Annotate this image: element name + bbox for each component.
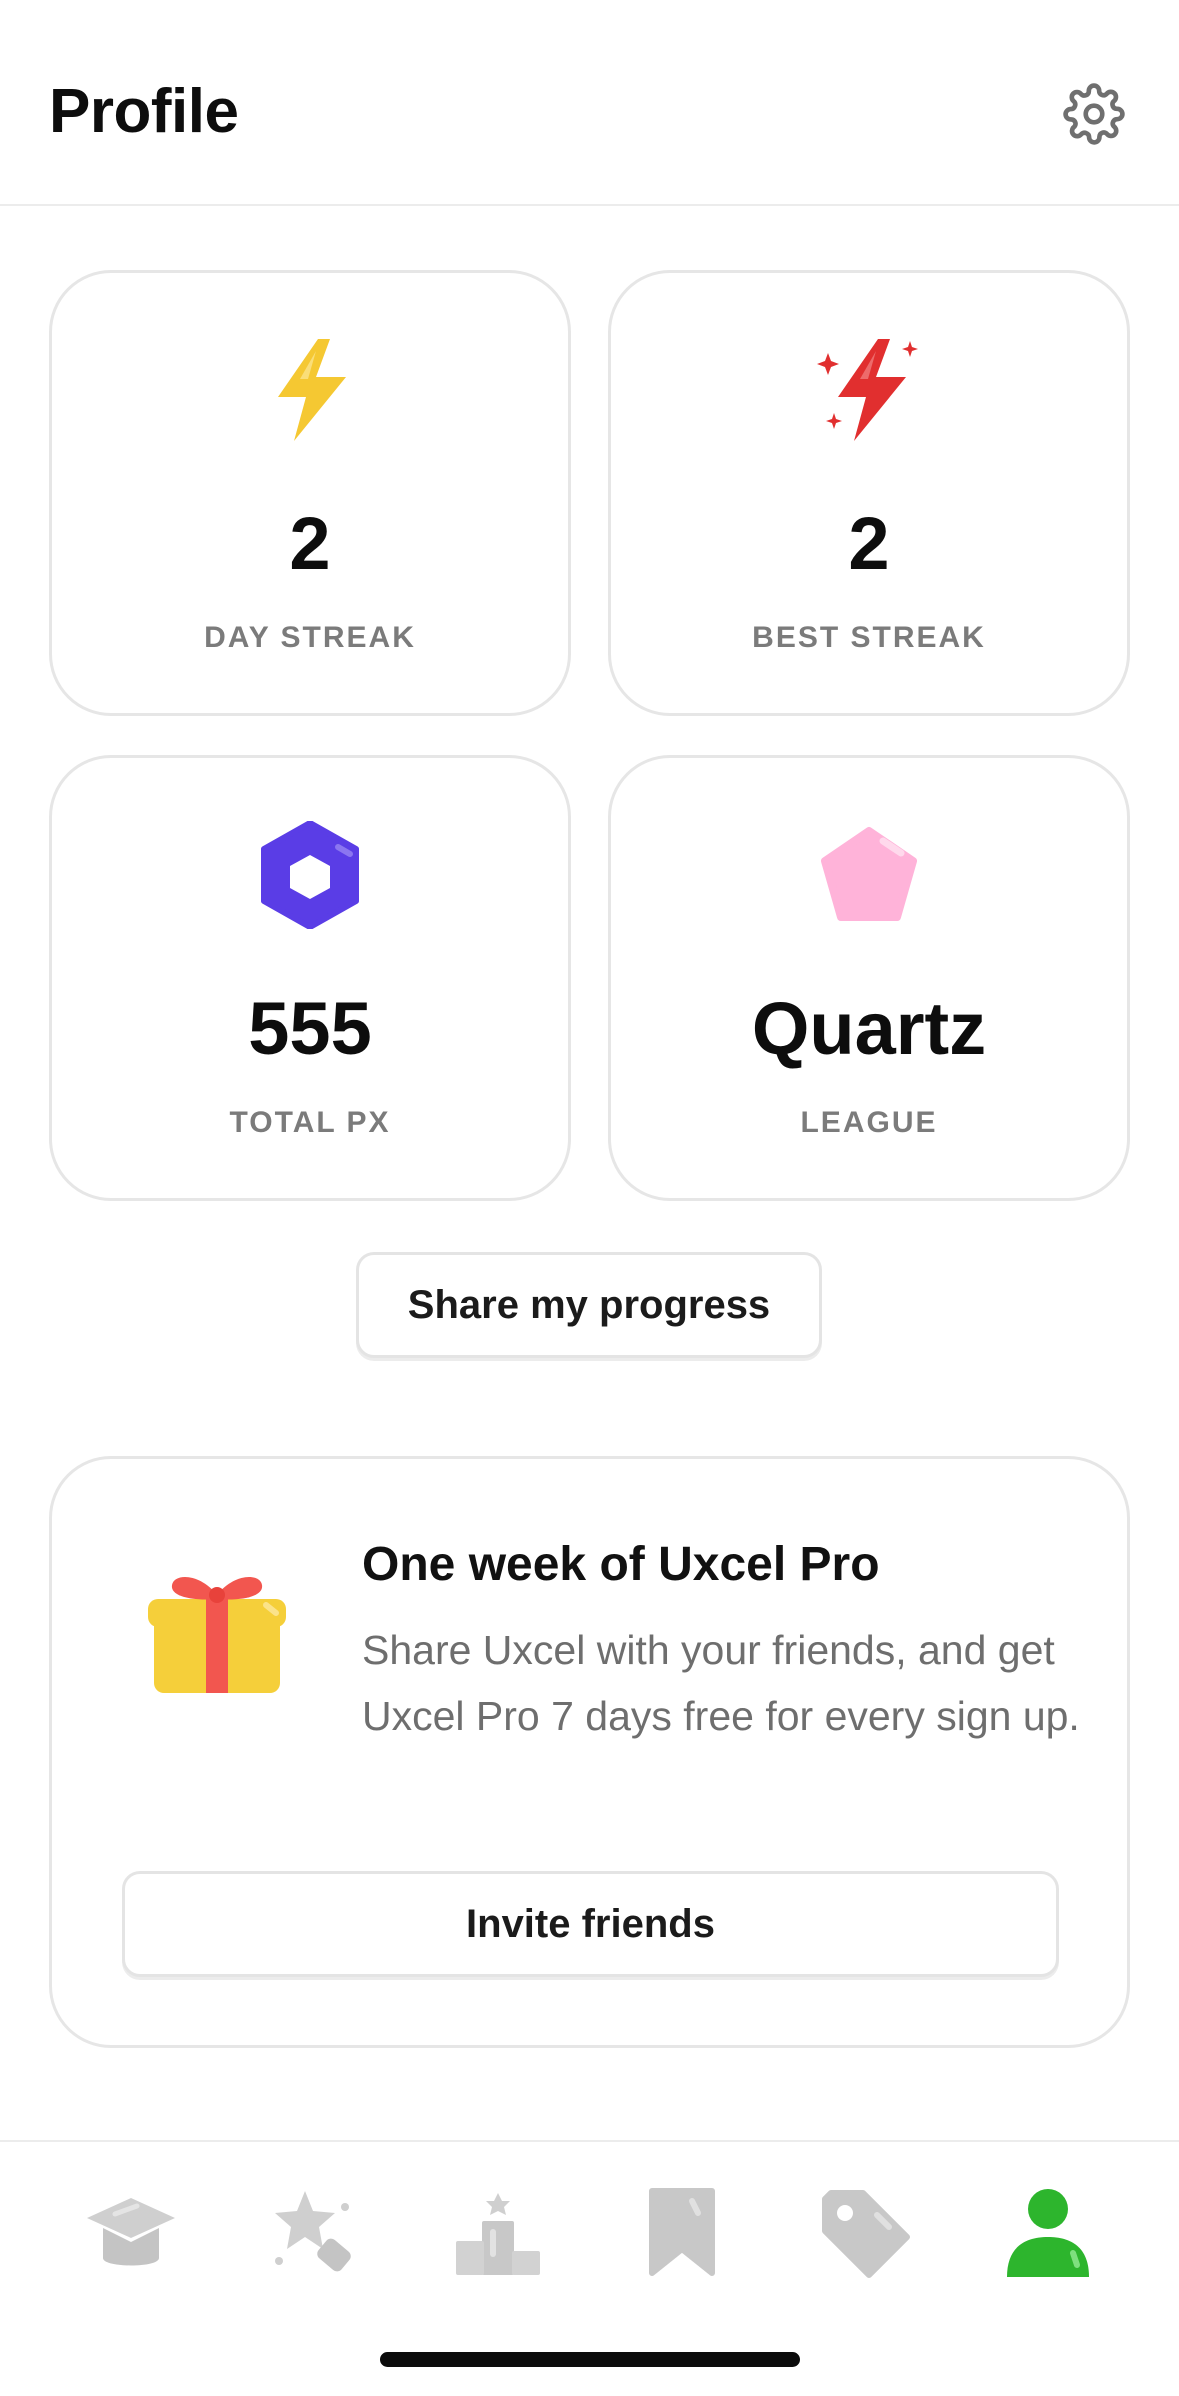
bookmark-icon <box>649 2188 715 2276</box>
league-card[interactable]: Quartz LEAGUE <box>608 755 1130 1201</box>
day-streak-value: 2 <box>289 502 331 585</box>
referral-promo-card: One week of Uxcel Pro Share Uxcel with y… <box>49 1456 1130 2048</box>
header: Profile <box>0 0 1179 206</box>
gear-icon <box>1063 83 1125 145</box>
best-streak-card[interactable]: 2 BEST STREAK <box>608 270 1130 716</box>
nav-item-learn[interactable] <box>76 2178 186 2288</box>
promo-description: Share Uxcel with your friends, and get U… <box>362 1627 1080 1739</box>
home-indicator <box>380 2352 800 2367</box>
total-px-card[interactable]: 555 TOTAL PX <box>49 755 571 1201</box>
nav-item-profile[interactable] <box>993 2178 1103 2288</box>
nav-item-pricing[interactable] <box>810 2178 920 2288</box>
best-streak-value: 2 <box>848 502 890 585</box>
best-streak-label: BEST STREAK <box>752 621 986 654</box>
lightning-sparkle-icon <box>814 335 924 445</box>
hexagon-icon <box>255 820 365 930</box>
lightning-icon <box>255 335 365 445</box>
share-progress-button[interactable]: Share my progress <box>356 1252 822 1358</box>
gift-icon <box>142 1549 292 1699</box>
league-value: Quartz <box>751 987 987 1070</box>
price-tag-icon <box>822 2190 910 2278</box>
graduation-cap-icon <box>87 2198 175 2266</box>
day-streak-card[interactable]: 2 DAY STREAK <box>49 270 571 716</box>
settings-button[interactable] <box>1062 82 1126 146</box>
nav-item-leaderboard[interactable] <box>443 2178 553 2288</box>
pentagon-gem-icon <box>814 820 924 930</box>
star-tag-icon <box>275 2191 351 2272</box>
nav-item-saved[interactable] <box>627 2178 737 2288</box>
page-title: Profile <box>49 77 239 146</box>
profile-icon <box>1007 2189 1089 2277</box>
nav-item-skills[interactable] <box>260 2178 370 2288</box>
total-px-value: 555 <box>248 987 372 1070</box>
day-streak-label: DAY STREAK <box>204 621 416 654</box>
invite-friends-button[interactable]: Invite friends <box>122 1871 1059 1977</box>
leaderboard-icon <box>456 2193 540 2275</box>
total-px-label: TOTAL PX <box>229 1106 391 1139</box>
league-label: LEAGUE <box>800 1106 938 1139</box>
promo-title: One week of Uxcel Pro <box>362 1538 880 1591</box>
